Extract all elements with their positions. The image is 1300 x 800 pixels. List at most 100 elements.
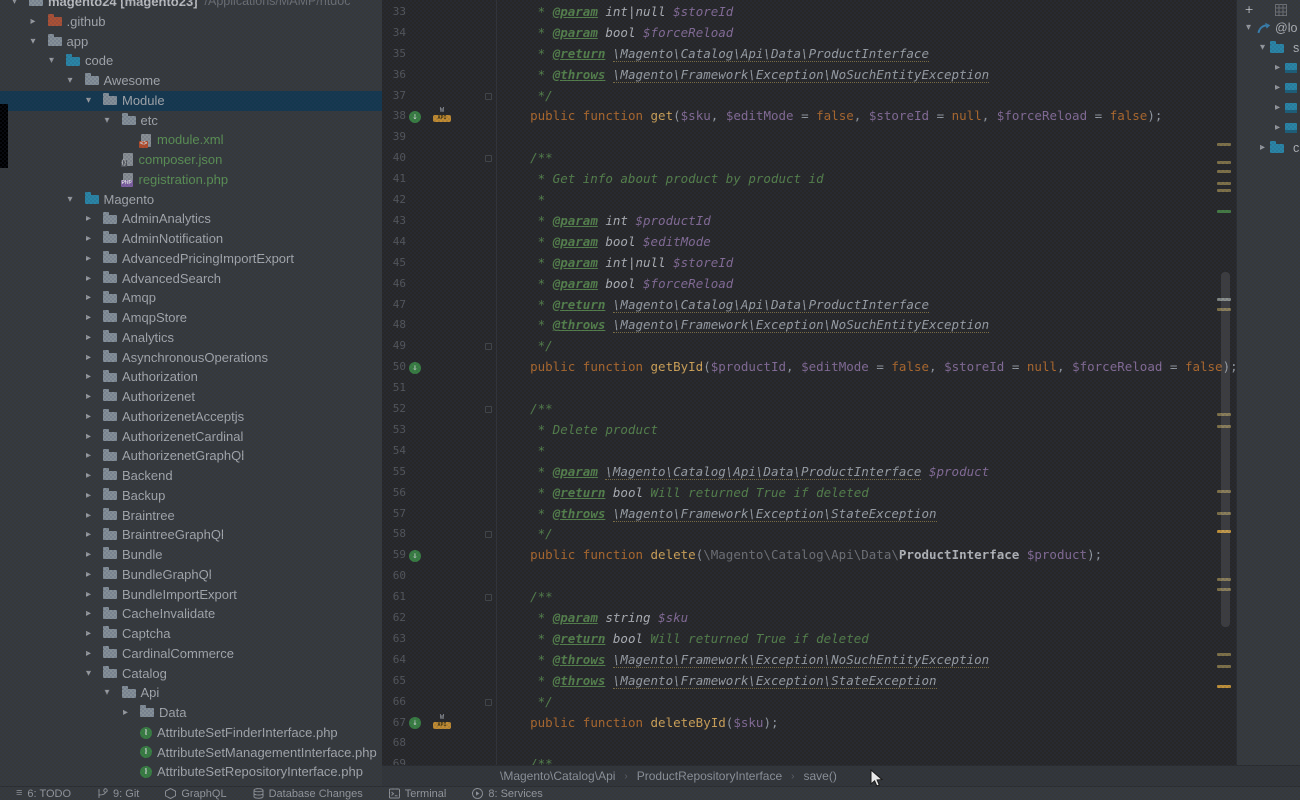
stripe-mark[interactable]	[1217, 170, 1231, 173]
tree-item-app[interactable]: ▾app	[0, 32, 383, 52]
vertical-scrollbar[interactable]	[1221, 272, 1230, 627]
implemented-marker-icon[interactable]: ↓	[409, 111, 421, 123]
breadcrumb-item[interactable]: \Magento\Catalog\Api	[500, 769, 615, 783]
chevron-down-icon[interactable]: ▾	[1255, 38, 1270, 58]
code-line-49[interactable]: 49 */	[382, 336, 1236, 357]
tree-item-backup[interactable]: ▸Backup	[0, 486, 383, 506]
tree-item-composer-json[interactable]: {}composer.json	[0, 150, 383, 170]
tree-item-attributesetmanagementinterface-php[interactable]: IAttributeSetManagementInterface.php	[0, 743, 383, 763]
add-button[interactable]: +	[1245, 0, 1253, 18]
stripe-mark[interactable]	[1217, 653, 1231, 656]
chevron-down-icon[interactable]: ▾	[103, 111, 122, 131]
code-line-40[interactable]: 40 /**	[382, 148, 1236, 169]
chevron-right-icon[interactable]: ▸	[84, 209, 103, 229]
right-panel-item[interactable]: ▾s	[1237, 38, 1300, 58]
tree-item-advancedsearch[interactable]: ▸AdvancedSearch	[0, 269, 383, 289]
code-line-48[interactable]: 48 * @throws \Magento\Framework\Exceptio…	[382, 315, 1236, 336]
chevron-right-icon[interactable]: ▸	[84, 604, 103, 624]
code-line-34[interactable]: 34 * @param bool $forceReload	[382, 23, 1236, 44]
chevron-right-icon[interactable]: ▸	[84, 269, 103, 289]
statusbar-services-button[interactable]: 8: Services	[472, 788, 542, 800]
code-line-33[interactable]: 33 * @param int|null $storeId	[382, 2, 1236, 23]
tree-item-etc[interactable]: ▾etc	[0, 111, 383, 131]
fold-marker-icon[interactable]	[485, 594, 492, 601]
tree-item-backend[interactable]: ▸Backend	[0, 466, 383, 486]
right-panel-item[interactable]: ▸	[1237, 78, 1300, 98]
code-line-39[interactable]: 39	[382, 127, 1236, 148]
code-line-56[interactable]: 56 * @return bool Will returned True if …	[382, 483, 1236, 504]
web-api-marker-icon[interactable]: WAPI	[433, 714, 451, 732]
chevron-down-icon[interactable]: ▾	[47, 51, 66, 71]
chevron-right-icon[interactable]: ▸	[84, 446, 103, 466]
statusbar-graphql-button[interactable]: GraphQL	[165, 788, 226, 800]
fold-marker-icon[interactable]	[485, 531, 492, 538]
chevron-right-icon[interactable]: ▸	[1270, 58, 1285, 78]
tree-item-catalog[interactable]: ▾Catalog	[0, 664, 383, 684]
tree-item-braintreegraphql[interactable]: ▸BraintreeGraphQl	[0, 525, 383, 545]
right-panel-item[interactable]: ▸	[1237, 98, 1300, 118]
tree-item-api[interactable]: ▾Api	[0, 683, 383, 703]
chevron-down-icon[interactable]: ▾	[29, 32, 48, 52]
tree-item-awesome[interactable]: ▾Awesome	[0, 71, 383, 91]
tree-item-registration-php[interactable]: PHPregistration.php	[0, 170, 383, 190]
chevron-right-icon[interactable]: ▸	[84, 545, 103, 565]
chevron-right-icon[interactable]: ▸	[1270, 118, 1285, 138]
implemented-marker-icon[interactable]: ↓	[409, 362, 421, 374]
right-panel-item[interactable]: ▸	[1237, 58, 1300, 78]
tree-item-bundlegraphql[interactable]: ▸BundleGraphQl	[0, 565, 383, 585]
code-line-64[interactable]: 64 * @throws \Magento\Framework\Exceptio…	[382, 650, 1236, 671]
chevron-right-icon[interactable]: ▸	[84, 585, 103, 605]
chevron-right-icon[interactable]: ▸	[84, 387, 103, 407]
tree-item-advancedpricingimportexport[interactable]: ▸AdvancedPricingImportExport	[0, 249, 383, 269]
code-line-38[interactable]: 38↓WAPI public function get($sku, $editM…	[382, 106, 1236, 127]
chevron-right-icon[interactable]: ▸	[84, 348, 103, 368]
chevron-right-icon[interactable]: ▸	[84, 229, 103, 249]
tree-item-authorizenetgraphql[interactable]: ▸AuthorizenetGraphQl	[0, 446, 383, 466]
code-line-52[interactable]: 52 /**	[382, 399, 1236, 420]
tree-item-bundleimportexport[interactable]: ▸BundleImportExport	[0, 585, 383, 605]
code-line-67[interactable]: 67↓WAPI public function deleteById($sku)…	[382, 713, 1236, 734]
tree-item-bundle[interactable]: ▸Bundle	[0, 545, 383, 565]
code-line-58[interactable]: 58 */	[382, 524, 1236, 545]
statusbar-database-button[interactable]: Database Changes	[253, 788, 363, 800]
code-line-36[interactable]: 36 * @throws \Magento\Framework\Exceptio…	[382, 65, 1236, 86]
code-line-63[interactable]: 63 * @return bool Will returned True if …	[382, 629, 1236, 650]
chevron-right-icon[interactable]: ▸	[84, 288, 103, 308]
breadcrumb-item[interactable]: save()	[804, 769, 837, 783]
code-line-66[interactable]: 66 */	[382, 692, 1236, 713]
tree-item-braintree[interactable]: ▸Braintree	[0, 506, 383, 526]
chevron-right-icon[interactable]: ▸	[84, 525, 103, 545]
fold-marker-icon[interactable]	[485, 699, 492, 706]
code-line-43[interactable]: 43 * @param int $productId	[382, 211, 1236, 232]
tree-item-authorizenetcardinal[interactable]: ▸AuthorizenetCardinal	[0, 427, 383, 447]
code-line-41[interactable]: 41 * Get info about product by product i…	[382, 169, 1236, 190]
code-line-53[interactable]: 53 * Delete product	[382, 420, 1236, 441]
statusbar-todo-button[interactable]: ≡6: TODO	[16, 788, 71, 800]
tree-item-attributesetfinderinterface-php[interactable]: IAttributeSetFinderInterface.php	[0, 723, 383, 743]
chevron-right-icon[interactable]: ▸	[84, 506, 103, 526]
tree-item-authorizenetacceptjs[interactable]: ▸AuthorizenetAcceptjs	[0, 407, 383, 427]
code-line-68[interactable]: 68	[382, 733, 1236, 754]
chevron-right-icon[interactable]: ▸	[84, 328, 103, 348]
tree-item-authorizenet[interactable]: ▸Authorizenet	[0, 387, 383, 407]
breadcrumb-item[interactable]: ProductRepositoryInterface	[637, 769, 782, 783]
chevron-right-icon[interactable]: ▸	[84, 427, 103, 447]
code-line-57[interactable]: 57 * @throws \Magento\Framework\Exceptio…	[382, 504, 1236, 525]
chevron-down-icon[interactable]: ▾	[66, 71, 85, 91]
right-panel-item[interactable]: ▾@lo	[1237, 18, 1300, 38]
code-line-47[interactable]: 47 * @return \Magento\Catalog\Api\Data\P…	[382, 295, 1236, 316]
code-line-65[interactable]: 65 * @throws \Magento\Framework\Exceptio…	[382, 671, 1236, 692]
tree-item-cardinalcommerce[interactable]: ▸CardinalCommerce	[0, 644, 383, 664]
fold-marker-icon[interactable]	[485, 93, 492, 100]
code-line-69[interactable]: 69 /**	[382, 754, 1236, 765]
stripe-mark[interactable]	[1217, 182, 1231, 185]
right-panel-item[interactable]: ▸c	[1237, 138, 1300, 158]
code-line-46[interactable]: 46 * @param bool $forceReload	[382, 274, 1236, 295]
chevron-right-icon[interactable]: ▸	[84, 466, 103, 486]
chevron-right-icon[interactable]: ▸	[1255, 138, 1270, 158]
implemented-marker-icon[interactable]: ↓	[409, 550, 421, 562]
code-editor[interactable]: 32 * @param bool $editMode33 * @param in…	[382, 0, 1236, 765]
tree-item-data[interactable]: ▸Data	[0, 703, 383, 723]
stripe-mark[interactable]	[1217, 143, 1231, 146]
statusbar-terminal-button[interactable]: Terminal	[389, 788, 447, 800]
